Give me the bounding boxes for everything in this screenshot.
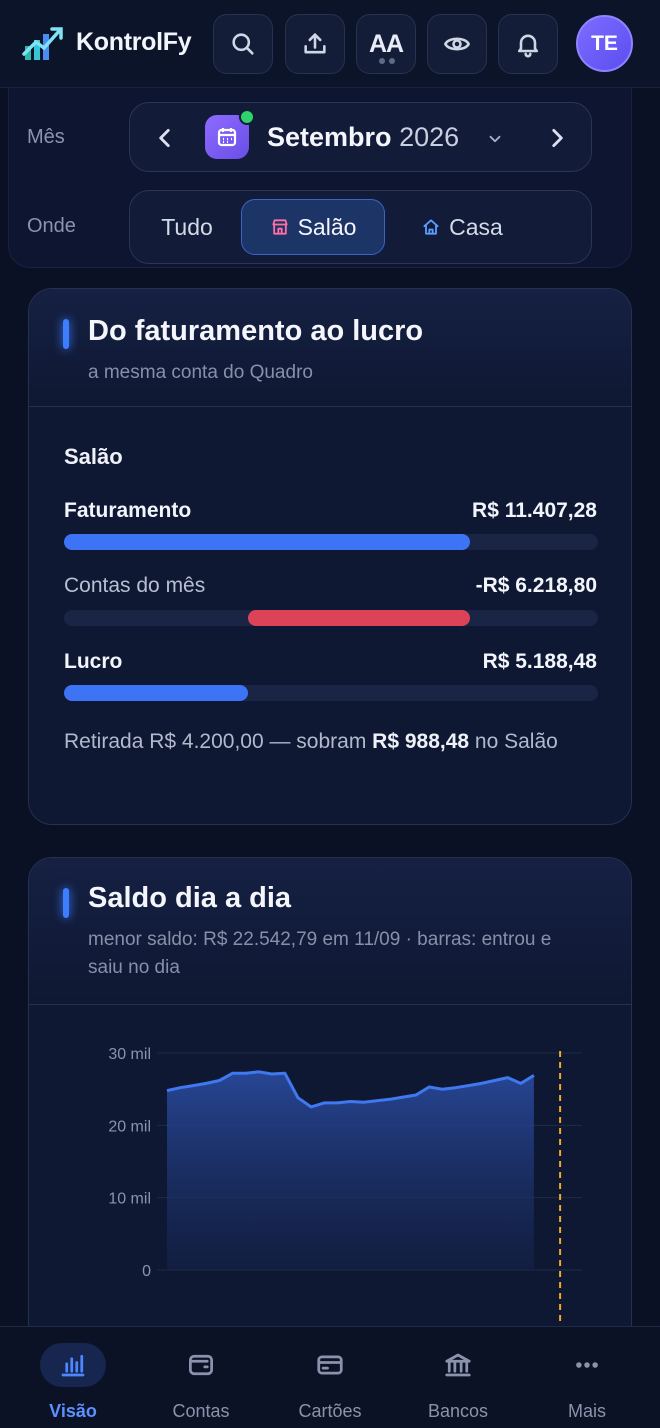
card-subtitle: a mesma conta do Quadro	[88, 362, 313, 383]
chevron-right-icon[interactable]	[544, 125, 570, 151]
nav-bancos[interactable]: Bancos	[393, 1343, 523, 1423]
balance-card: Saldo dia a dia menor saldo: R$ 22.542,7…	[28, 857, 632, 1377]
eye-icon	[444, 37, 470, 51]
segment-label: Salão	[297, 213, 357, 240]
more-dots-icon	[576, 1362, 598, 1368]
upload-icon	[304, 33, 326, 54]
month-year: 2026	[399, 122, 460, 152]
nav-label: Visão	[49, 1401, 97, 1421]
balance-card-header: Saldo dia a dia menor saldo: R$ 22.542,7…	[29, 858, 631, 1005]
y-tick-label: 20 mil	[108, 1118, 151, 1135]
card-subtitle: menor saldo: R$ 22.542,79 em 11/09 · bar…	[88, 929, 552, 978]
export-button[interactable]	[285, 14, 345, 74]
segment-casa[interactable]: Casa	[402, 199, 522, 255]
nav-label: Bancos	[427, 1401, 489, 1421]
calendar-status-dot	[239, 109, 255, 125]
month-display: Setembro 2026	[267, 122, 459, 153]
profit-value: R$ 5.188,48	[482, 650, 597, 673]
segment-salao[interactable]: Salão	[241, 199, 385, 255]
bell-icon	[517, 34, 539, 58]
profit-bar-fill	[64, 685, 249, 701]
profit-label: Lucro	[64, 650, 123, 673]
note-suffix: no Salão	[469, 730, 558, 753]
nav-label: Cartões	[298, 1401, 362, 1421]
balance-chart: 30 mil 20 mil 10 mil 0	[108, 1046, 582, 1338]
segment-tudo[interactable]: Tudo	[146, 199, 228, 255]
card-title: Do faturamento ao lucro	[88, 315, 424, 347]
y-tick-label: 10 mil	[108, 1191, 151, 1208]
nav-visao[interactable]: Visão	[8, 1343, 138, 1423]
notifications-button[interactable]	[498, 14, 558, 74]
expenses-bar-track	[64, 610, 598, 626]
store-icon	[271, 219, 288, 235]
month-name: Setembro	[267, 122, 392, 152]
calendar-icon	[205, 109, 255, 159]
withdrawal-note: Retirada R$ 4.200,00 — sobram R$ 988,48 …	[64, 725, 594, 759]
nav-contas[interactable]: Contas	[136, 1343, 266, 1423]
note-remaining: R$ 988,48	[372, 730, 470, 753]
card-accent-bar	[63, 888, 69, 918]
expenses-label: Contas do mês	[64, 574, 206, 597]
profit-bar-track	[64, 685, 598, 701]
card-title: Saldo dia a dia	[88, 882, 292, 914]
section-name: Salão	[64, 444, 123, 469]
y-tick-label: 30 mil	[108, 1046, 151, 1063]
brand-name: KontrolFy	[76, 28, 192, 56]
month-selector[interactable]: Setembro 2026	[129, 102, 592, 172]
font-size-button[interactable]: AA	[356, 14, 416, 74]
location-segmented-control: Tudo Salão Casa	[129, 190, 592, 264]
profit-card: Do faturamento ao lucro a mesma conta do…	[28, 288, 632, 825]
nav-label: Mais	[567, 1401, 606, 1421]
revenue-bar-fill	[64, 534, 470, 550]
nav-mais[interactable]: Mais	[522, 1343, 652, 1423]
where-filter-label: Onde	[27, 215, 76, 237]
chevron-down-icon[interactable]	[486, 130, 504, 148]
card-accent-bar	[63, 319, 69, 349]
nav-cartoes[interactable]: Cartões	[265, 1343, 395, 1423]
font-size-dots-icon	[379, 58, 395, 64]
user-avatar[interactable]: TE	[576, 15, 633, 72]
search-icon	[232, 33, 254, 55]
y-tick-label: 0	[142, 1263, 151, 1280]
chevron-left-icon[interactable]	[152, 125, 178, 151]
search-button[interactable]	[213, 14, 273, 74]
segment-label: Casa	[449, 213, 503, 240]
profit-card-header: Do faturamento ao lucro a mesma conta do…	[29, 289, 631, 407]
chart-bars-icon	[61, 1354, 85, 1377]
expenses-value: -R$ 6.218,80	[475, 574, 597, 597]
revenue-label: Faturamento	[64, 499, 192, 522]
credit-card-icon	[317, 1355, 343, 1375]
home-icon	[423, 219, 439, 235]
note-prefix: Retirada R$ 4.200,00 — sobram	[64, 730, 373, 753]
font-size-label: AA	[368, 29, 404, 58]
segment-label: Tudo	[161, 213, 213, 240]
revenue-value: R$ 11.407,28	[472, 499, 597, 522]
kontrolfy-logo-icon	[22, 27, 63, 60]
bank-icon	[445, 1353, 471, 1377]
bottom-navigation: Visão Contas Cartões Bancos Mais	[0, 1326, 660, 1428]
month-filter-label: Mês	[27, 126, 65, 148]
expenses-bar-fill	[248, 610, 470, 626]
app-header: KontrolFy AA TE	[0, 0, 660, 88]
wallet-icon	[189, 1354, 213, 1376]
nav-label: Contas	[172, 1401, 230, 1421]
visibility-button[interactable]	[427, 14, 487, 74]
revenue-bar-track	[64, 534, 598, 550]
